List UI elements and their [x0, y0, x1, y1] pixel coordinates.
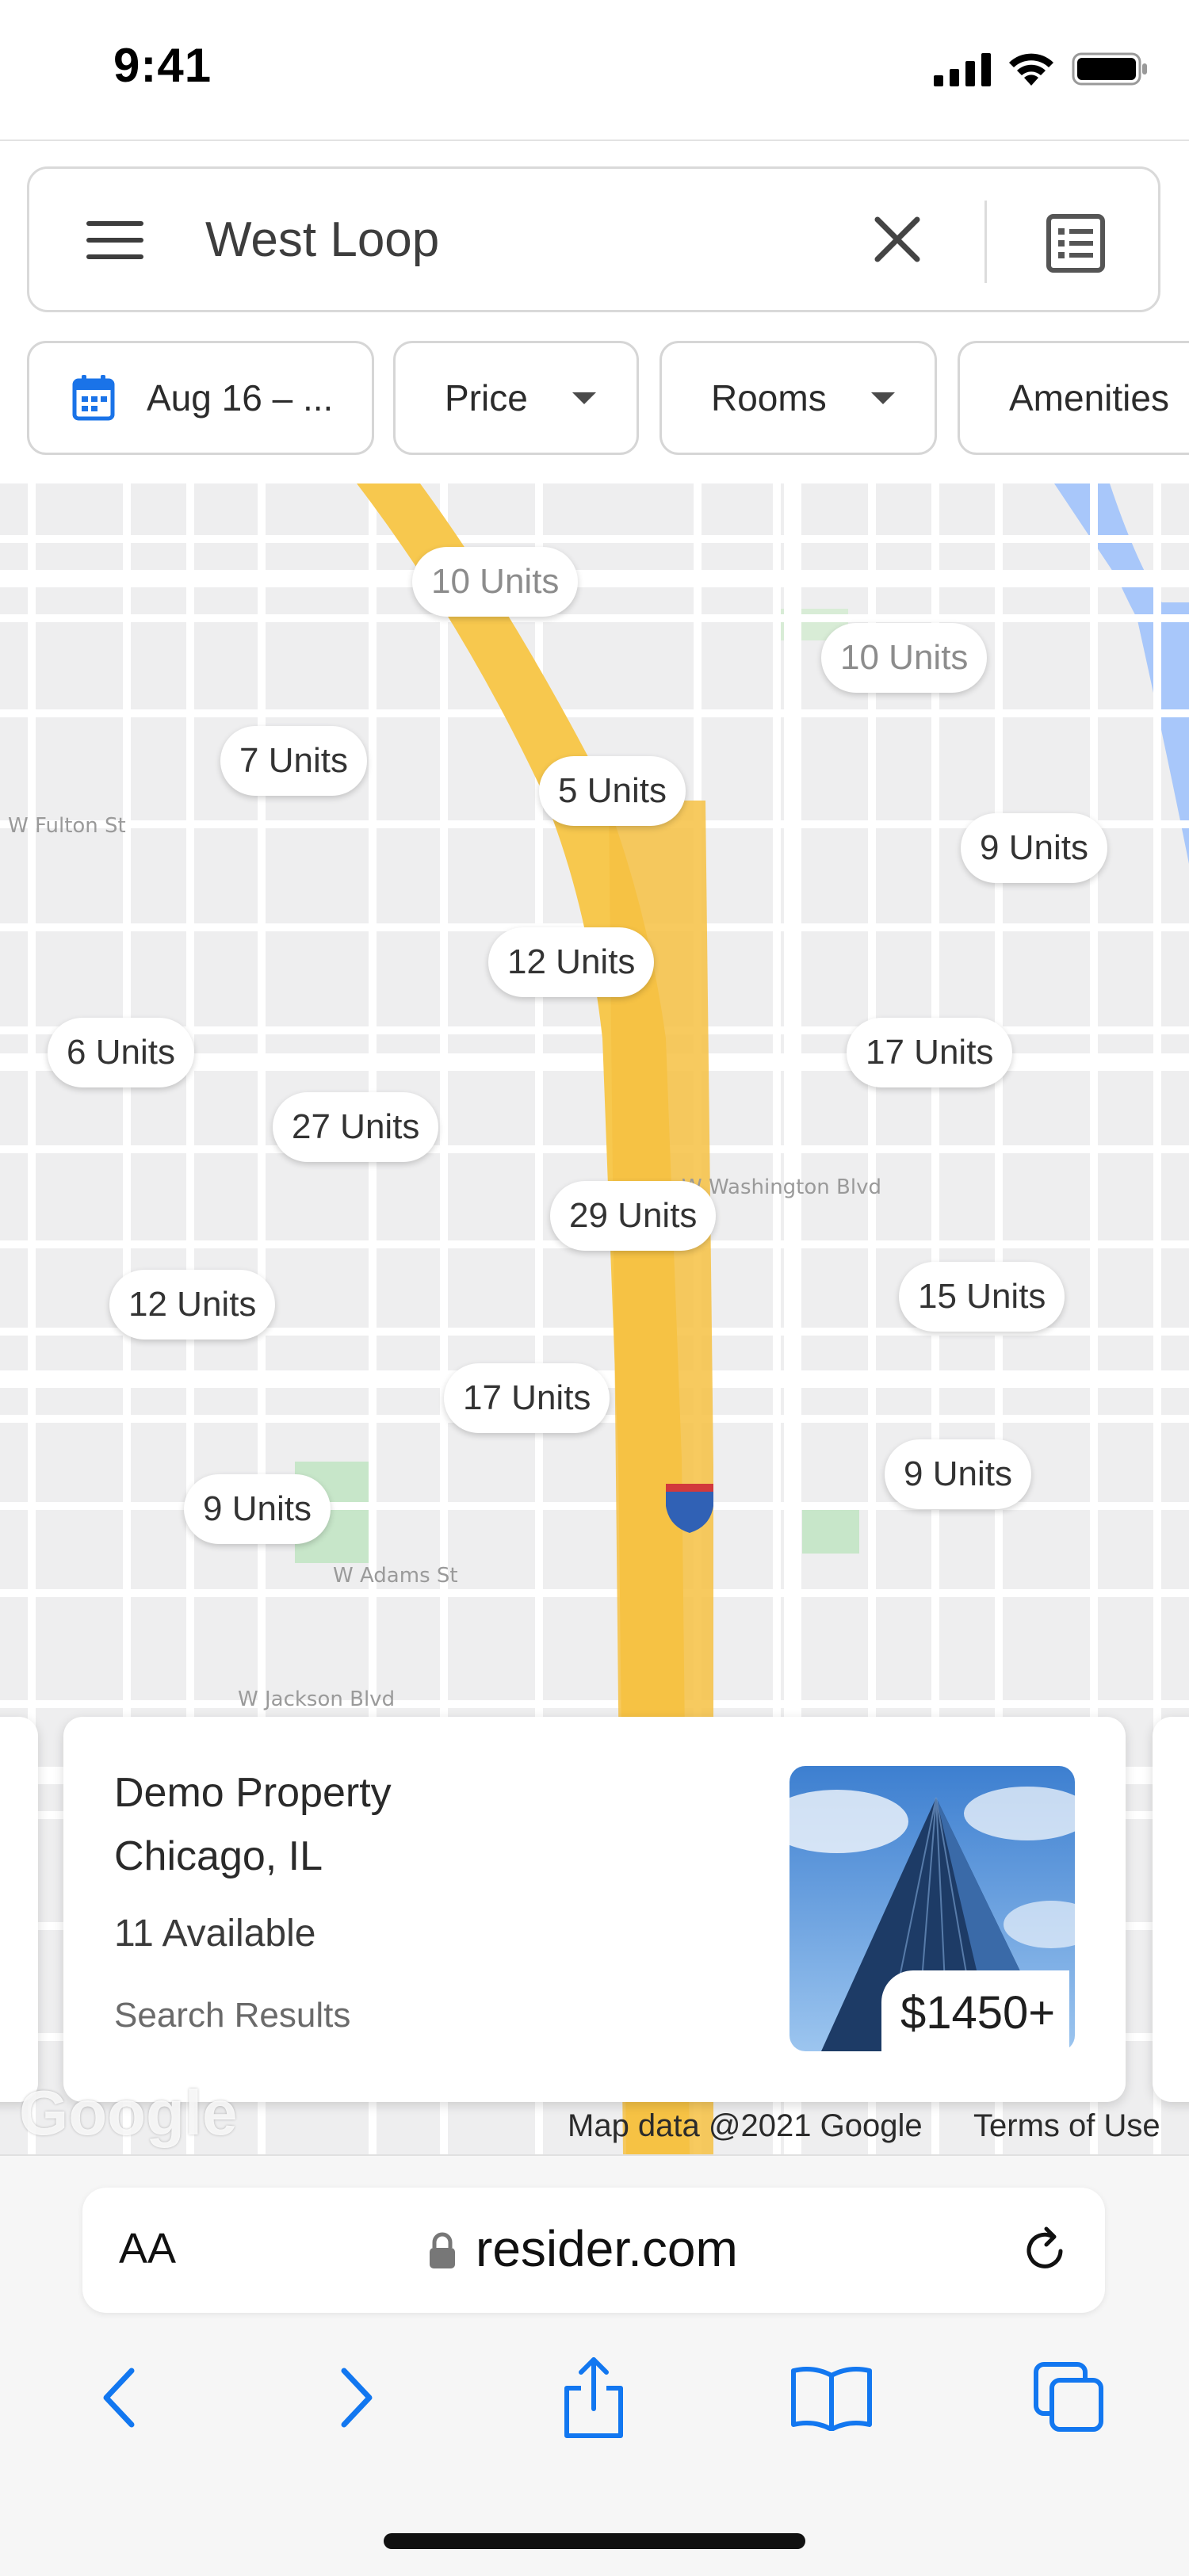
marker-label: 6 Units: [67, 1033, 175, 1072]
browser-toolbar: [0, 2346, 1189, 2449]
date-filter-label: Aug 16 – ...: [147, 377, 334, 419]
price-filter-chip[interactable]: Price: [393, 341, 639, 455]
street-label-washington: W Washington Blvd: [682, 1175, 881, 1199]
marker-label: 17 Units: [463, 1378, 591, 1417]
marker-label: 10 Units: [431, 562, 560, 601]
hamburger-menu-icon[interactable]: [86, 221, 143, 259]
street-label-fulton: W Fulton St: [8, 814, 126, 838]
status-icons: [934, 51, 1148, 87]
map-marker[interactable]: 9 Units: [885, 1439, 1031, 1509]
property-price: $1450+: [881, 1970, 1070, 2054]
back-button[interactable]: [76, 2354, 163, 2441]
map-marker[interactable]: 12 Units: [488, 927, 655, 997]
street-label-jackson: W Jackson Blvd: [238, 1687, 395, 1711]
marker-label: 7 Units: [239, 741, 348, 780]
search-bar[interactable]: West Loop: [27, 166, 1160, 312]
reload-icon[interactable]: [1016, 2222, 1073, 2280]
map-marker[interactable]: 29 Units: [550, 1181, 717, 1251]
list-view-icon[interactable]: [1046, 213, 1106, 273]
map-marker[interactable]: 12 Units: [109, 1270, 276, 1340]
marker-label: 15 Units: [918, 1277, 1046, 1316]
chevron-down-icon: [870, 392, 895, 404]
calendar-icon: [72, 375, 115, 421]
status-time: 9:41: [113, 39, 212, 92]
map-marker[interactable]: 17 Units: [444, 1363, 610, 1433]
search-query[interactable]: West Loop: [205, 212, 439, 268]
map-marker[interactable]: 15 Units: [899, 1262, 1065, 1332]
map-marker[interactable]: 7 Units: [220, 726, 367, 796]
forward-button[interactable]: [312, 2354, 400, 2441]
bookmarks-button[interactable]: [788, 2354, 875, 2441]
map-marker[interactable]: 5 Units: [539, 756, 686, 826]
marker-label: 9 Units: [980, 828, 1088, 867]
text-size-label: AA: [119, 2225, 177, 2272]
amenities-filter-label: Amenities: [1009, 377, 1169, 419]
marker-label: 10 Units: [840, 638, 969, 677]
lock-icon: [430, 2232, 455, 2268]
marker-label: 12 Units: [507, 942, 636, 981]
property-card[interactable]: Demo Property Chicago, IL 11 Available S…: [63, 1717, 1126, 2102]
tabs-icon: [1034, 2362, 1103, 2432]
cellular-signal-icon: [934, 53, 991, 86]
wifi-icon: [1009, 53, 1053, 86]
status-bar: 9:41: [0, 0, 1189, 141]
address-bar[interactable]: AA resider.com: [82, 2188, 1105, 2313]
bookmarks-icon: [791, 2367, 872, 2431]
marker-label: 9 Units: [203, 1489, 312, 1528]
chevron-down-icon: [572, 392, 596, 404]
map-marker[interactable]: 9 Units: [184, 1474, 331, 1544]
date-filter-chip[interactable]: Aug 16 – ...: [27, 341, 374, 455]
property-name: Demo Property: [114, 1770, 392, 1816]
chevron-right-icon: [341, 2368, 373, 2428]
url-domain[interactable]: resider.com: [476, 2219, 738, 2278]
map-attribution: Map data @2021 Google: [568, 2108, 923, 2143]
google-logo: Google: [19, 2077, 238, 2148]
map-marker[interactable]: 9 Units: [961, 813, 1107, 883]
text-size-button[interactable]: AA: [119, 2224, 176, 2273]
home-indicator[interactable]: [384, 2533, 805, 2549]
marker-label: 12 Units: [128, 1285, 257, 1324]
battery-icon: [1072, 52, 1147, 86]
share-button[interactable]: [550, 2354, 637, 2441]
rooms-filter-chip[interactable]: Rooms: [659, 341, 937, 455]
filter-chips: Aug 16 – ... Price Rooms Amenities: [0, 341, 1189, 460]
map-terms-link[interactable]: Terms of Use: [973, 2108, 1160, 2144]
next-property-card[interactable]: [1153, 1717, 1189, 2102]
marker-label: 27 Units: [292, 1107, 420, 1146]
clear-icon[interactable]: [870, 212, 925, 267]
browser-chrome: AA resider.com: [0, 2154, 1189, 2576]
share-icon: [564, 2357, 623, 2438]
marker-label: 29 Units: [569, 1196, 698, 1235]
marker-label: 5 Units: [558, 771, 667, 810]
rooms-filter-label: Rooms: [711, 377, 827, 419]
property-city: Chicago, IL: [114, 1833, 323, 1879]
chevron-left-icon: [103, 2368, 135, 2428]
map-marker[interactable]: 10 Units: [821, 623, 988, 693]
price-filter-label: Price: [445, 377, 528, 419]
amenities-filter-chip[interactable]: Amenities: [958, 341, 1189, 455]
street-label-adams: W Adams St: [333, 1564, 458, 1588]
marker-label: 17 Units: [866, 1033, 994, 1072]
search-divider: [984, 201, 987, 283]
marker-label: 9 Units: [904, 1454, 1012, 1493]
map-marker[interactable]: 17 Units: [847, 1018, 1013, 1087]
tabs-button[interactable]: [1026, 2354, 1113, 2441]
map-marker[interactable]: 6 Units: [48, 1018, 194, 1087]
map-marker[interactable]: 10 Units: [412, 547, 579, 617]
map-marker[interactable]: 27 Units: [273, 1092, 439, 1162]
previous-property-card[interactable]: [0, 1717, 38, 2102]
property-source: Search Results: [114, 1996, 351, 2035]
property-availability: 11 Available: [114, 1913, 316, 1955]
